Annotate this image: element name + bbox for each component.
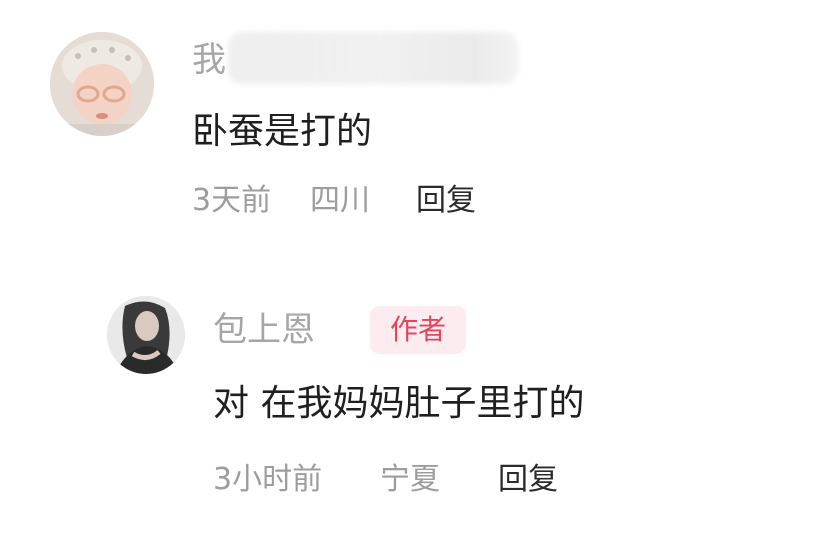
reply-text: 对 在我妈妈肚子里打的 — [213, 383, 585, 424]
comment-item: 我 卧蚕是打的 3天前 四川 回复 — [0, 0, 823, 240]
comment-time: 3天前 — [192, 183, 272, 218]
author-username[interactable]: 包上恩 — [213, 308, 315, 352]
user-avatar[interactable] — [50, 32, 154, 136]
woman-avatar-icon — [107, 296, 185, 374]
author-badge: 作者 — [370, 306, 466, 354]
comment-location: 四川 — [310, 183, 370, 218]
reply-comment-item: 包上恩 作者 对 在我妈妈肚子里打的 3小时前 宁夏 回复 — [0, 280, 823, 534]
comment-username[interactable]: 我 — [192, 38, 226, 82]
reply-button[interactable]: 回复 — [416, 181, 476, 221]
author-avatar[interactable] — [107, 296, 185, 374]
reply-location: 宁夏 — [380, 462, 440, 497]
baby-avatar-icon — [50, 32, 154, 136]
reply-button[interactable]: 回复 — [498, 460, 558, 500]
redacted-username-blur — [228, 32, 518, 84]
reply-time: 3小时前 — [213, 462, 323, 497]
comment-text: 卧蚕是打的 — [192, 111, 373, 152]
